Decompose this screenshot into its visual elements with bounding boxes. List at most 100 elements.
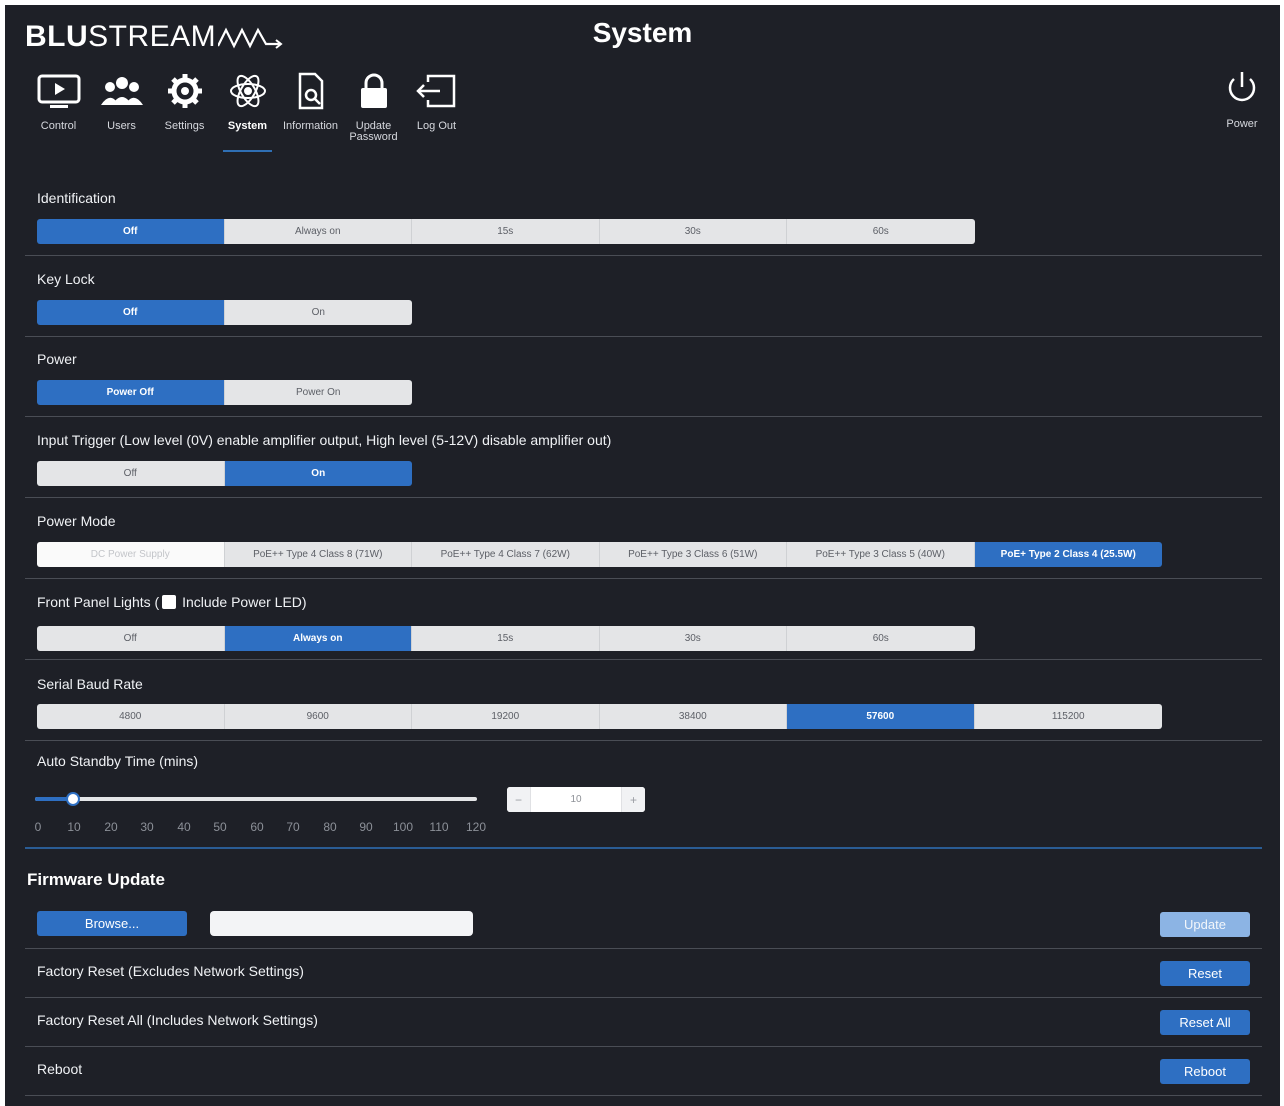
users-icon xyxy=(99,67,145,115)
power-option-off[interactable]: Power Off xyxy=(37,380,225,405)
standby-stepper: − 10 + xyxy=(507,787,645,812)
power-section: Power Power Off Power On xyxy=(25,337,1262,417)
tick-label: 100 xyxy=(392,820,414,834)
lock-icon xyxy=(351,67,397,115)
tick-label: 70 xyxy=(286,820,300,834)
power-label: Power xyxy=(1226,118,1258,130)
file-name-field[interactable] xyxy=(210,911,473,936)
power-mode-option-dc[interactable]: DC Power Supply xyxy=(37,542,225,567)
app-window: BLUSTREAM System Control Users Settings xyxy=(5,5,1280,1106)
nav-label: System xyxy=(227,120,268,132)
identification-segmented-control: Off Always on 15s 30s 60s xyxy=(37,219,975,244)
tick-label: 40 xyxy=(177,820,191,834)
baud-option-19200[interactable]: 19200 xyxy=(412,704,600,729)
row-divider xyxy=(25,1095,1262,1096)
power-mode-section: Power Mode DC Power Supply PoE++ Type 4 … xyxy=(25,498,1262,579)
power-option-on[interactable]: Power On xyxy=(224,380,412,405)
update-button[interactable]: Update xyxy=(1160,912,1250,937)
power-mode-option-class8[interactable]: PoE++ Type 4 Class 8 (71W) xyxy=(224,542,412,567)
stepper-increment-button[interactable]: + xyxy=(621,787,645,812)
top-nav: Control Users Settings System Informatio… xyxy=(27,67,468,152)
tick-label: 80 xyxy=(323,820,337,834)
logout-icon xyxy=(414,67,460,115)
include-power-led-checkbox[interactable] xyxy=(162,595,177,609)
nav-label: Users xyxy=(107,120,136,132)
standby-title: Auto Standby Time (mins) xyxy=(37,753,199,769)
section-divider xyxy=(25,847,1262,849)
firmware-title: Firmware Update xyxy=(27,870,165,889)
baud-option-38400[interactable]: 38400 xyxy=(599,704,787,729)
power-mode-option-class7[interactable]: PoE++ Type 4 Class 7 (62W) xyxy=(412,542,600,567)
standby-slider[interactable] xyxy=(35,792,477,808)
reboot-button[interactable]: Reboot xyxy=(1160,1059,1250,1084)
identification-option-always-on[interactable]: Always on xyxy=(224,219,412,244)
power-mode-option-class4[interactable]: PoE+ Type 2 Class 4 (25.5W) xyxy=(974,542,1162,567)
baud-option-115200[interactable]: 115200 xyxy=(974,704,1162,729)
nav-label: Control xyxy=(40,120,77,132)
tick-label: 50 xyxy=(213,820,227,834)
key-lock-title: Key Lock xyxy=(37,271,95,287)
power-title: Power xyxy=(37,351,77,367)
baud-option-57600[interactable]: 57600 xyxy=(787,704,975,729)
reset-button[interactable]: Reset xyxy=(1160,961,1250,986)
front-panel-option-60s[interactable]: 60s xyxy=(787,626,975,651)
input-trigger-segmented-control: Off On xyxy=(37,461,412,486)
identification-option-30s[interactable]: 30s xyxy=(599,219,787,244)
nav-label: Settings xyxy=(164,120,205,132)
nav-update-password[interactable]: Update Password xyxy=(342,67,405,143)
baud-option-9600[interactable]: 9600 xyxy=(224,704,412,729)
identification-section: Identification Off Always on 15s 30s 60s xyxy=(25,175,1262,256)
nav-system[interactable]: System xyxy=(216,67,279,152)
stepper-decrement-button[interactable]: − xyxy=(507,787,531,812)
nav-users[interactable]: Users xyxy=(90,67,153,143)
identification-option-off[interactable]: Off xyxy=(37,219,225,244)
identification-title: Identification xyxy=(37,190,116,206)
tick-label: 90 xyxy=(359,820,373,834)
factory-reset-all-label: Factory Reset All (Includes Network Sett… xyxy=(37,1012,318,1028)
row-divider xyxy=(25,1046,1262,1047)
nav-control[interactable]: Control xyxy=(27,67,90,143)
nav-label: Log Out xyxy=(416,120,457,132)
nav-label: Information xyxy=(282,120,339,132)
row-divider xyxy=(25,948,1262,949)
front-panel-title-pre: Front Panel Lights ( xyxy=(37,594,160,610)
baud-title: Serial Baud Rate xyxy=(37,676,143,692)
input-trigger-option-on[interactable]: On xyxy=(224,461,412,486)
front-panel-option-off[interactable]: Off xyxy=(37,626,225,651)
slider-tick-labels: 0 10 20 30 40 50 60 70 80 90 100 110 120 xyxy=(29,820,499,834)
front-panel-option-15s[interactable]: 15s xyxy=(412,626,600,651)
power-segmented-control: Power Off Power On xyxy=(37,380,412,405)
nav-settings[interactable]: Settings xyxy=(153,67,216,143)
power-mode-segmented-control: DC Power Supply PoE++ Type 4 Class 8 (71… xyxy=(37,542,1162,567)
input-trigger-option-off[interactable]: Off xyxy=(37,461,225,486)
reset-all-button[interactable]: Reset All xyxy=(1160,1010,1250,1035)
power-mode-option-class6[interactable]: PoE++ Type 3 Class 6 (51W) xyxy=(599,542,787,567)
nav-information[interactable]: Information xyxy=(279,67,342,143)
atom-icon xyxy=(225,67,271,115)
power-mode-title: Power Mode xyxy=(37,513,116,529)
slider-track xyxy=(35,797,477,801)
power-button[interactable]: Power xyxy=(1222,67,1262,130)
stepper-value[interactable]: 10 xyxy=(531,794,621,805)
row-divider xyxy=(25,997,1262,998)
tick-label: 120 xyxy=(465,820,487,834)
front-panel-option-always-on[interactable]: Always on xyxy=(224,626,412,651)
power-mode-option-class5[interactable]: PoE++ Type 3 Class 5 (40W) xyxy=(787,542,975,567)
browse-button[interactable]: Browse... xyxy=(37,911,187,936)
slider-thumb[interactable] xyxy=(66,792,80,806)
power-icon xyxy=(1222,67,1262,112)
nav-label: Update Password xyxy=(349,120,398,143)
front-panel-option-30s[interactable]: 30s xyxy=(599,626,787,651)
key-lock-option-off[interactable]: Off xyxy=(37,300,225,325)
key-lock-option-on[interactable]: On xyxy=(224,300,412,325)
identification-option-60s[interactable]: 60s xyxy=(787,219,975,244)
baud-option-4800[interactable]: 4800 xyxy=(37,704,225,729)
front-panel-section: Front Panel Lights ( Include Power LED) … xyxy=(25,579,1262,660)
input-trigger-section: Input Trigger (Low level (0V) enable amp… xyxy=(25,417,1262,498)
monitor-play-icon xyxy=(36,67,82,115)
nav-logout[interactable]: Log Out xyxy=(405,67,468,143)
front-panel-segmented-control: Off Always on 15s 30s 60s xyxy=(37,626,975,651)
page-title: System xyxy=(592,17,693,48)
tick-label: 30 xyxy=(140,820,154,834)
identification-option-15s[interactable]: 15s xyxy=(412,219,600,244)
